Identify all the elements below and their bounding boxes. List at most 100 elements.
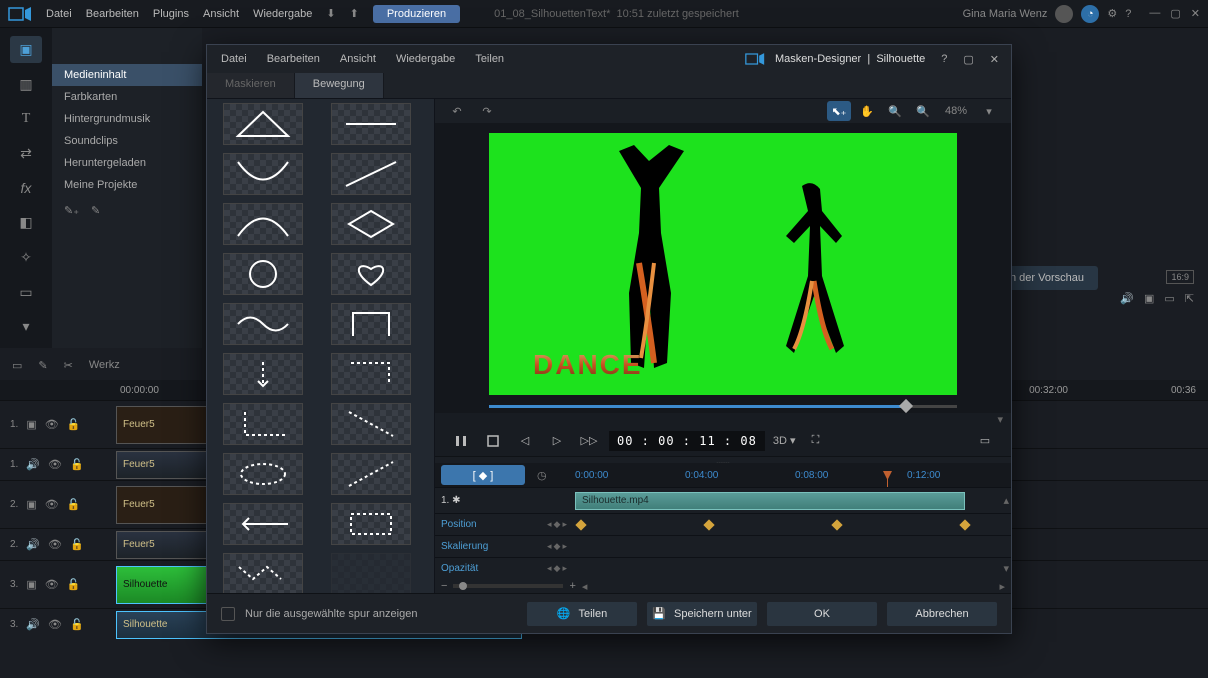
add-key-icon[interactable]: ◆ — [554, 541, 561, 552]
keyframe-diamond[interactable] — [831, 519, 842, 530]
add-keyframe-button[interactable]: [ ◆ ] — [441, 465, 525, 485]
lock-icon[interactable]: 🔓 — [70, 618, 84, 631]
path-rect-dotted[interactable] — [331, 503, 411, 545]
video-track-icon[interactable]: ▣ — [26, 498, 36, 511]
cat-medieninhalt[interactable]: Medieninhalt — [52, 64, 202, 86]
rail-subtitle-icon[interactable]: ▭ — [10, 279, 42, 306]
timecode-display[interactable]: 00 : 00 : 11 : 08 — [609, 431, 765, 451]
visibility-icon[interactable]: 👁 — [45, 578, 59, 591]
path-L-dotted[interactable] — [223, 403, 303, 445]
next-key-icon[interactable]: ▸ — [562, 519, 567, 530]
rail-particle-icon[interactable]: ✧ — [10, 244, 42, 271]
path-zigzag-dotted[interactable] — [223, 553, 303, 593]
path-heart[interactable] — [331, 253, 411, 295]
stop-icon[interactable] — [481, 429, 505, 453]
dialog-menu-bearbeiten[interactable]: Bearbeiten — [267, 53, 320, 65]
prev-key-icon[interactable]: ◂ — [547, 541, 552, 552]
zoom-in-icon[interactable]: 🔍 — [911, 101, 935, 121]
lock-icon[interactable]: 🔓 — [67, 578, 81, 591]
show-selected-track-checkbox[interactable] — [221, 607, 235, 621]
user-avatar-icon[interactable] — [1055, 5, 1073, 23]
redo-icon[interactable]: ↷ — [475, 101, 499, 121]
lock-icon[interactable]: 🔓 — [67, 418, 81, 431]
prop-opazitaet[interactable]: Opazität — [435, 563, 547, 574]
audio-toggle-icon[interactable]: 🔊 — [1120, 292, 1134, 305]
menu-datei[interactable]: Datei — [46, 8, 72, 20]
save-as-button[interactable]: 💾Speichern unter — [647, 602, 757, 626]
cat-hintergrundmusik[interactable]: Hintergrundmusik — [52, 108, 202, 130]
path-wave[interactable] — [223, 303, 303, 345]
snapshot-icon[interactable]: ▣ — [1144, 292, 1154, 305]
path-diag-dotted[interactable] — [331, 403, 411, 445]
dialog-maximize-icon[interactable]: ▢ — [963, 53, 973, 66]
dialog-help-icon[interactable]: ? — [941, 53, 947, 65]
fast-forward-icon[interactable]: ▷▷ — [577, 429, 601, 453]
rail-media-icon[interactable]: ▣ — [10, 36, 42, 63]
path-angle-dotted[interactable] — [331, 353, 411, 395]
visibility-icon[interactable]: 👁 — [48, 458, 62, 471]
menu-plugins[interactable]: Plugins — [153, 8, 189, 20]
visibility-icon[interactable]: 👁 — [45, 418, 59, 431]
rail-overlay-icon[interactable]: ◧ — [10, 209, 42, 236]
cat-heruntergeladen[interactable]: Heruntergeladen — [52, 152, 202, 174]
rail-expand-icon[interactable]: ▾ — [10, 313, 42, 340]
hscroll-right-icon[interactable]: ▸ — [999, 580, 1005, 593]
dialog-menu-teilen[interactable]: Teilen — [475, 53, 504, 65]
path-diamond[interactable] — [331, 203, 411, 245]
rail-transition-icon[interactable]: ⇄ — [10, 140, 42, 167]
lock-icon[interactable]: 🔓 — [67, 498, 81, 511]
scrollbar-down-icon[interactable]: ▾ — [1003, 562, 1009, 575]
rail-text-icon[interactable]: T — [10, 105, 42, 132]
cat-farbkarten[interactable]: Farbkarten — [52, 86, 202, 108]
path-triangle[interactable] — [223, 103, 303, 145]
path-curve-convex[interactable] — [223, 203, 303, 245]
next-frame-icon[interactable]: ▷ — [545, 429, 569, 453]
dialog-menu-ansicht[interactable]: Ansicht — [340, 53, 376, 65]
progress-marker-icon[interactable] — [899, 399, 913, 413]
aspect-ratio-badge[interactable]: 16:9 — [1166, 270, 1194, 284]
dock-icon[interactable]: ▭ — [973, 429, 997, 453]
dialog-close-icon[interactable]: ✕ — [990, 53, 999, 66]
edit-mask-icon[interactable]: ✎ — [91, 204, 100, 217]
visibility-icon[interactable]: 👁 — [48, 618, 62, 631]
prev-frame-icon[interactable]: ◁ — [513, 429, 537, 453]
window-maximize-icon[interactable]: ▢ — [1170, 7, 1180, 20]
path-u-shape[interactable] — [331, 303, 411, 345]
fullscreen-icon[interactable]: ⛶ — [803, 429, 827, 453]
prev-key-icon[interactable]: ◂ — [547, 563, 552, 574]
hscroll-left-icon[interactable]: ◂ — [582, 580, 588, 593]
tool-select-icon[interactable]: ▭ — [12, 359, 22, 372]
export-icon[interactable]: ⬆ — [350, 7, 359, 20]
tab-maskieren[interactable]: Maskieren — [207, 73, 295, 98]
rail-fx-icon[interactable]: fx — [10, 175, 42, 202]
menu-bearbeiten[interactable]: Bearbeiten — [86, 8, 139, 20]
playhead-icon[interactable] — [887, 477, 888, 487]
zoom-in-timeline-icon[interactable]: + — [569, 580, 575, 592]
zoom-level[interactable]: 48% — [939, 105, 973, 117]
window-close-icon[interactable]: ✕ — [1191, 7, 1200, 20]
cat-soundclips[interactable]: Soundclips — [52, 130, 202, 152]
prev-key-icon[interactable]: ◂ — [547, 519, 552, 530]
next-key-icon[interactable]: ▸ — [562, 541, 567, 552]
video-track-icon[interactable]: ▣ — [26, 578, 36, 591]
video-track-icon[interactable]: ▣ — [26, 418, 36, 431]
help-icon[interactable]: ? — [1125, 8, 1131, 20]
ok-button[interactable]: OK — [767, 602, 877, 626]
keyframe-diamond[interactable] — [575, 519, 586, 530]
keyframe-diamond[interactable] — [703, 519, 714, 530]
visibility-icon[interactable]: 👁 — [48, 538, 62, 551]
window-minimize-icon[interactable]: — — [1149, 7, 1160, 20]
preview-canvas[interactable]: DANCE ↖ — [435, 123, 1011, 413]
cancel-button[interactable]: Abbrechen — [887, 602, 997, 626]
tool-cut-icon[interactable]: ✂ — [64, 359, 73, 372]
visibility-icon[interactable]: 👁 — [45, 498, 59, 511]
cat-meineprojekte[interactable]: Meine Projekte — [52, 174, 202, 196]
new-mask-icon[interactable]: ✎₊ — [64, 204, 79, 217]
share-button[interactable]: 🌐Teilen — [527, 602, 637, 626]
path-diag2-dotted[interactable] — [331, 453, 411, 495]
produce-button[interactable]: Produzieren — [373, 5, 460, 23]
path-arrow-left[interactable] — [223, 503, 303, 545]
zoom-out-timeline-icon[interactable]: − — [441, 580, 447, 592]
pointer-tool-icon[interactable]: ⬉₊ — [827, 101, 851, 121]
popout-icon[interactable]: ⇱ — [1185, 292, 1194, 305]
